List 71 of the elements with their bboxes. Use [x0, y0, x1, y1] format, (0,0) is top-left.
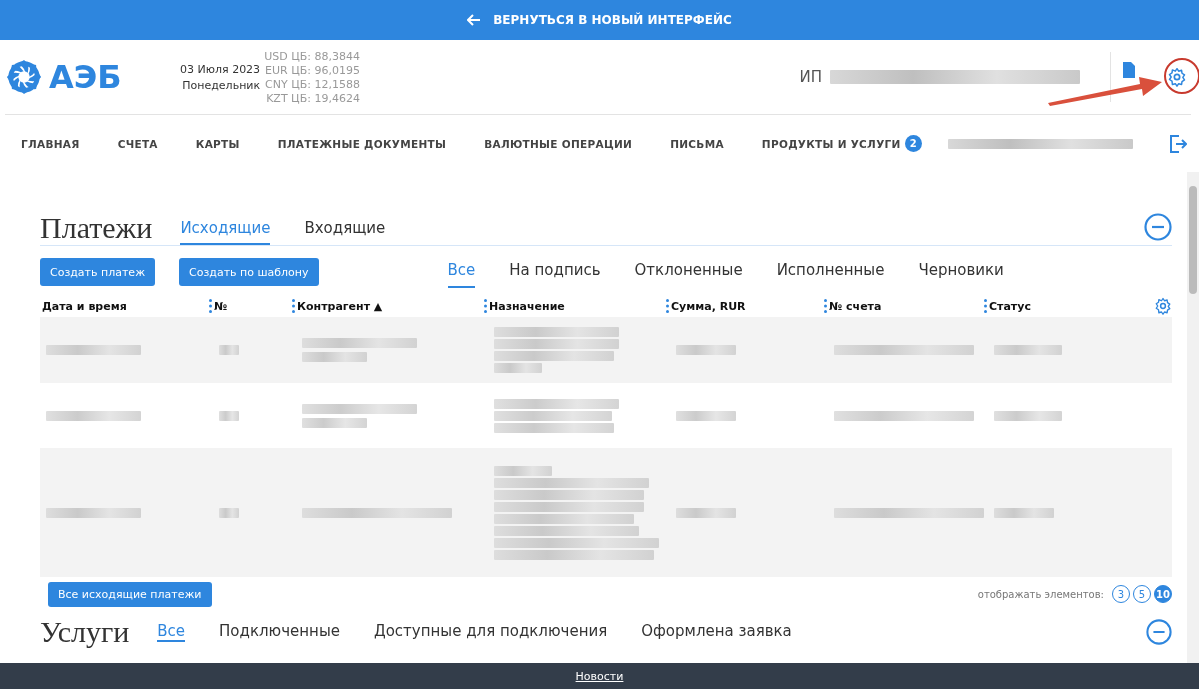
- blurred-text: [994, 410, 1062, 421]
- column-header[interactable]: Сумма, RUR: [671, 299, 746, 313]
- blurred-text: [994, 345, 1062, 355]
- blurred-text: [219, 507, 239, 518]
- filter-tab[interactable]: Все: [447, 256, 476, 288]
- document-icon[interactable]: [1121, 61, 1137, 79]
- nav-item[interactable]: ПРОДУКТЫ И УСЛУГИ: [761, 137, 901, 150]
- banner-link[interactable]: ВЕРНУТЬСЯ В НОВЫЙ ИНТЕРФЕЙС: [493, 13, 732, 27]
- date-text: 03 Июля 2023: [180, 62, 261, 76]
- blurred-text: [302, 352, 367, 362]
- blurred-text: [302, 417, 367, 428]
- scrollbar-thumb[interactable]: [1189, 186, 1197, 294]
- filter-tab[interactable]: Исполненные: [776, 256, 885, 288]
- section-title: Услуги: [40, 615, 130, 649]
- filter-tab[interactable]: Черновики: [918, 256, 1004, 288]
- tab[interactable]: Доступные для подключения: [373, 622, 608, 642]
- nav-item[interactable]: ПЛАТЕЖНЫЕ ДОКУМЕНТЫ: [277, 137, 447, 150]
- top-banner[interactable]: ВЕРНУТЬСЯ В НОВЫЙ ИНТЕРФЕЙС: [0, 0, 1199, 40]
- column-resize-handle[interactable]: [484, 299, 487, 313]
- blurred-text: [219, 410, 239, 421]
- tab[interactable]: Входящие: [304, 219, 386, 245]
- column-header[interactable]: Контрагент ▲: [297, 299, 383, 313]
- exchange-rate: USD ЦБ: 88,3844: [264, 49, 360, 63]
- nav-item[interactable]: ГЛАВНАЯ: [21, 137, 80, 150]
- column-resize-handle[interactable]: [209, 299, 212, 313]
- exchange-rate: CNY ЦБ: 12,1588: [265, 77, 360, 91]
- settings-icon[interactable]: [1154, 297, 1172, 315]
- tab[interactable]: Исходящие: [180, 219, 271, 245]
- column-header[interactable]: Статус: [989, 299, 1031, 313]
- logout-icon[interactable]: [1169, 133, 1187, 154]
- blurred-text: [676, 507, 736, 518]
- create-button[interactable]: Создать по шаблону: [179, 258, 319, 286]
- column-resize-handle[interactable]: [824, 299, 827, 313]
- create-button[interactable]: Создать платеж: [40, 258, 156, 286]
- user-prefix: ИП: [799, 68, 822, 86]
- collapse-icon[interactable]: [1146, 619, 1172, 645]
- column-header[interactable]: №: [214, 299, 228, 313]
- nav-item[interactable]: ПИСЬМА: [670, 137, 724, 150]
- weekday-text: Понедельник: [182, 78, 261, 92]
- column-resize-handle[interactable]: [984, 299, 987, 313]
- column-header[interactable]: Дата и время: [42, 299, 127, 313]
- tab[interactable]: Все: [157, 622, 186, 642]
- column-header[interactable]: Назначение: [489, 299, 565, 313]
- tab[interactable]: Оформлена заявка: [641, 622, 792, 642]
- blurred-text: [676, 410, 736, 421]
- filter-tab[interactable]: Отклоненные: [634, 256, 743, 288]
- column-resize-handle[interactable]: [666, 299, 669, 313]
- blurred-text: [219, 345, 239, 355]
- news-link[interactable]: Новости: [575, 669, 624, 683]
- nav-item[interactable]: КАРТЫ: [195, 137, 240, 150]
- scrollbar[interactable]: [1187, 172, 1199, 663]
- logo-mark-icon: [5, 58, 43, 96]
- collapse-icon[interactable]: [1144, 212, 1172, 241]
- exchange-rate: EUR ЦБ: 96,0195: [265, 63, 360, 77]
- logo-text: АЭБ: [49, 58, 122, 96]
- tab[interactable]: Подключенные: [219, 622, 340, 642]
- column-resize-handle[interactable]: [292, 299, 295, 313]
- count-badge: 2: [904, 135, 922, 152]
- blurred-text: [676, 345, 736, 355]
- page-size-label: отображать элементов:: [977, 588, 1104, 600]
- blurred-text: [494, 363, 542, 373]
- blurred-text: [994, 507, 1054, 518]
- column-header[interactable]: № счета: [829, 299, 882, 313]
- exchange-rate: KZT ЦБ: 19,4624: [266, 91, 360, 105]
- nav-item[interactable]: ВАЛЮТНЫЕ ОПЕРАЦИИ: [484, 137, 633, 150]
- section-title: Платежи: [40, 211, 153, 245]
- nav-item[interactable]: СЧЕТА: [117, 137, 158, 150]
- all-payments-button[interactable]: Все исходящие платежи: [48, 581, 212, 607]
- settings-icon[interactable]: [1167, 67, 1187, 87]
- page-size-option[interactable]: 10: [1154, 585, 1172, 603]
- filter-tab[interactable]: На подпись: [509, 256, 601, 288]
